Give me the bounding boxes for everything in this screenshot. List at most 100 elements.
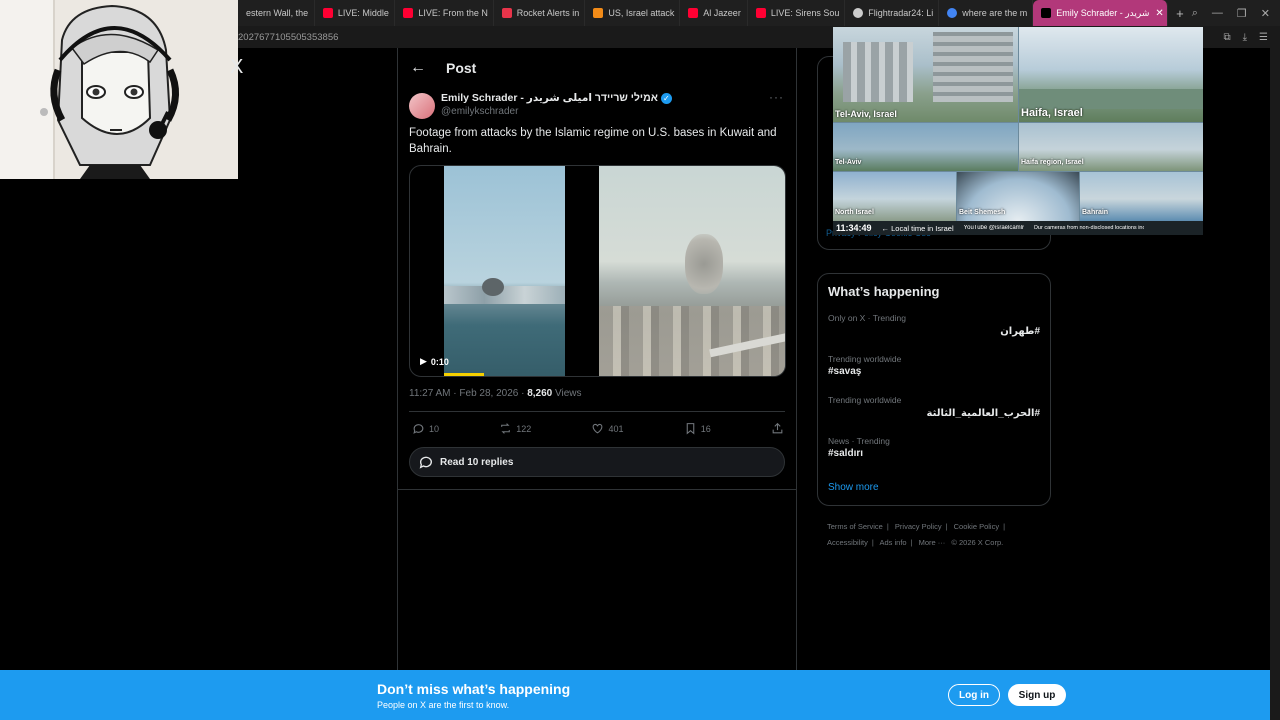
like-button[interactable]: 401 (591, 422, 624, 435)
play-icon[interactable]: ▶ (420, 356, 427, 367)
footer-separator: | (945, 522, 948, 531)
tab-label: Al Jazeer (703, 8, 741, 18)
trend-context: Trending worldwide (828, 395, 902, 405)
rss-icon (593, 8, 604, 18)
chat-bubble-icon (419, 456, 432, 469)
video-player[interactable]: ▶ 0:10 (409, 165, 786, 377)
video-frame-right (599, 166, 785, 376)
banner-title: Don’t miss what’s happening (377, 681, 571, 697)
trend-name[interactable]: #الحرب_العالمية_الثالثة (828, 408, 1040, 419)
browser-tab[interactable]: US, Israel attack (585, 0, 681, 26)
streamer-avatar-drawing (50, 4, 179, 179)
repost-button[interactable]: 122 (499, 422, 531, 435)
footer-link[interactable]: Ads info (879, 538, 906, 547)
trend-name[interactable]: #طهران (828, 326, 1040, 337)
camera-label: Haifa, Israel (1021, 107, 1083, 119)
trend-context: Only on X · Trending (828, 313, 906, 323)
verified-badge-icon: ✓ (660, 92, 672, 104)
browser-tab[interactable]: Rocket Alerts in (494, 0, 586, 26)
local-time-label: ← Local time in Israel (881, 223, 954, 233)
video-duration[interactable]: ▶ 0:10 (420, 356, 449, 367)
author-name[interactable]: Emily Schrader - אמילי שריידר امیلی شرید… (441, 92, 658, 104)
post-column: ← Post Emily Schrader - אמילי שריידר امی… (397, 48, 797, 671)
trend-name[interactable]: #savaş (828, 366, 1040, 377)
camera-cell: Haifa, Israel (1019, 27, 1203, 122)
avatar[interactable] (409, 93, 435, 119)
camera-cell: Tel-Aviv (833, 123, 1018, 171)
camera-cell: Bahrain (1080, 172, 1203, 221)
repost-count: 122 (516, 423, 532, 434)
download-icon[interactable]: ⤓ (1243, 32, 1247, 43)
tweet-timestamp[interactable]: 11:27 AM · Feb 28, 2026 · (409, 388, 527, 399)
footer-link[interactable]: Privacy Policy (895, 522, 942, 531)
channel-label: YouTube @israelcamlive (963, 225, 1024, 231)
alert-icon (501, 8, 512, 18)
banner-subtitle: People on X are the first to know. (377, 700, 510, 710)
show-more-link[interactable]: Show more (828, 482, 1040, 493)
close-window-icon[interactable]: ✕ (1261, 7, 1270, 20)
footer-separator: | (1003, 522, 1006, 531)
browser-tab[interactable]: LIVE: Middle (315, 0, 396, 26)
x-logo[interactable]: X (230, 56, 243, 79)
browser-tab[interactable]: estern Wall, the (238, 0, 315, 26)
video-frame-left (444, 166, 565, 376)
browser-tab[interactable]: Flightradar24: Li (845, 0, 940, 26)
back-arrow-icon[interactable]: ← (410, 59, 446, 77)
tab-label: Rocket Alerts in (516, 8, 580, 18)
browser-tab-active[interactable]: Emily Schrader - شریدر ✕ (1033, 0, 1169, 26)
browser-tab[interactable]: Al Jazeer (680, 0, 748, 26)
bookmark-button[interactable]: 16 (684, 422, 711, 435)
feed-disclaimer: Our cameras from non-disclosed locations… (1033, 225, 1144, 231)
tab-label: LIVE: Middle (337, 8, 389, 18)
footer-link[interactable]: Terms of Service (827, 522, 883, 531)
tweet-text: Footage from attacks by the Islamic regi… (409, 127, 777, 155)
x-icon (1041, 8, 1052, 18)
browser-tab[interactable]: LIVE: From the N (395, 0, 494, 26)
google-icon (947, 8, 958, 18)
footer-link[interactable]: More ··· (919, 538, 946, 547)
login-button[interactable]: Log in (948, 684, 1000, 706)
reply-button[interactable]: 10 (412, 422, 439, 435)
author-handle[interactable]: @emilykschrader (441, 106, 672, 117)
trend-name[interactable]: #saldırı (828, 448, 1040, 459)
share-button[interactable] (771, 422, 784, 435)
page-scrollbar[interactable] (1270, 48, 1280, 720)
footer-link[interactable]: Accessibility (827, 538, 868, 547)
video-progress-bar[interactable] (444, 373, 484, 376)
camera-label: Haifa region, Israel (1021, 159, 1084, 166)
trend-item[interactable]: News · Trending #saldırı (828, 436, 1040, 477)
youtube-icon (322, 8, 333, 18)
copyright: © 2026 X Corp. (951, 538, 1004, 547)
restore-icon[interactable]: ❐ (1237, 7, 1247, 20)
share-icon (772, 422, 783, 434)
read-replies-button[interactable]: Read 10 replies (409, 447, 785, 477)
footer-link[interactable]: Cookie Policy (954, 522, 999, 531)
tab-label: where are the m (962, 8, 1028, 18)
minimize-icon[interactable]: — (1212, 7, 1223, 20)
more-options-icon[interactable]: ··· (769, 90, 784, 104)
tab-label: US, Israel attack (608, 8, 675, 18)
views-label: Views (552, 388, 582, 399)
duration-text: 0:10 (430, 356, 449, 367)
author-name-row[interactable]: Emily Schrader - אמילי שריידר امیلی شرید… (441, 92, 672, 104)
close-icon[interactable]: ✕ (1155, 8, 1163, 19)
camera-label: Tel-Aviv (835, 159, 862, 166)
reply-icon (413, 424, 424, 434)
menu-icon[interactable]: ☰ (1259, 32, 1268, 43)
youtube-icon (403, 8, 414, 18)
new-tab-button[interactable]: + (1168, 6, 1192, 21)
tab-label: Emily Schrader - شریدر (1056, 7, 1150, 18)
repost-icon (501, 423, 511, 434)
browser-tab[interactable]: LIVE: Sirens Sou (748, 0, 846, 26)
trend-item[interactable]: Only on X · Trending #طهران (828, 313, 1040, 354)
bookmark-icon (686, 423, 695, 435)
tab-label: LIVE: Sirens Sou (770, 8, 840, 18)
browser-tab[interactable]: where are the m (939, 0, 1034, 26)
signup-button[interactable]: Sign up (1008, 684, 1066, 706)
whats-happening-panel: What’s happening Only on X · Trending #ط… (817, 273, 1051, 506)
search-icon[interactable]: ⌕ (1192, 7, 1198, 20)
extensions-icon[interactable]: ⧉ (1223, 32, 1230, 43)
trend-item[interactable]: Trending worldwide #savaş (828, 354, 1040, 395)
trend-item[interactable]: Trending worldwide #الحرب_العالمية_الثال… (828, 395, 1040, 436)
heart-icon (593, 423, 603, 434)
